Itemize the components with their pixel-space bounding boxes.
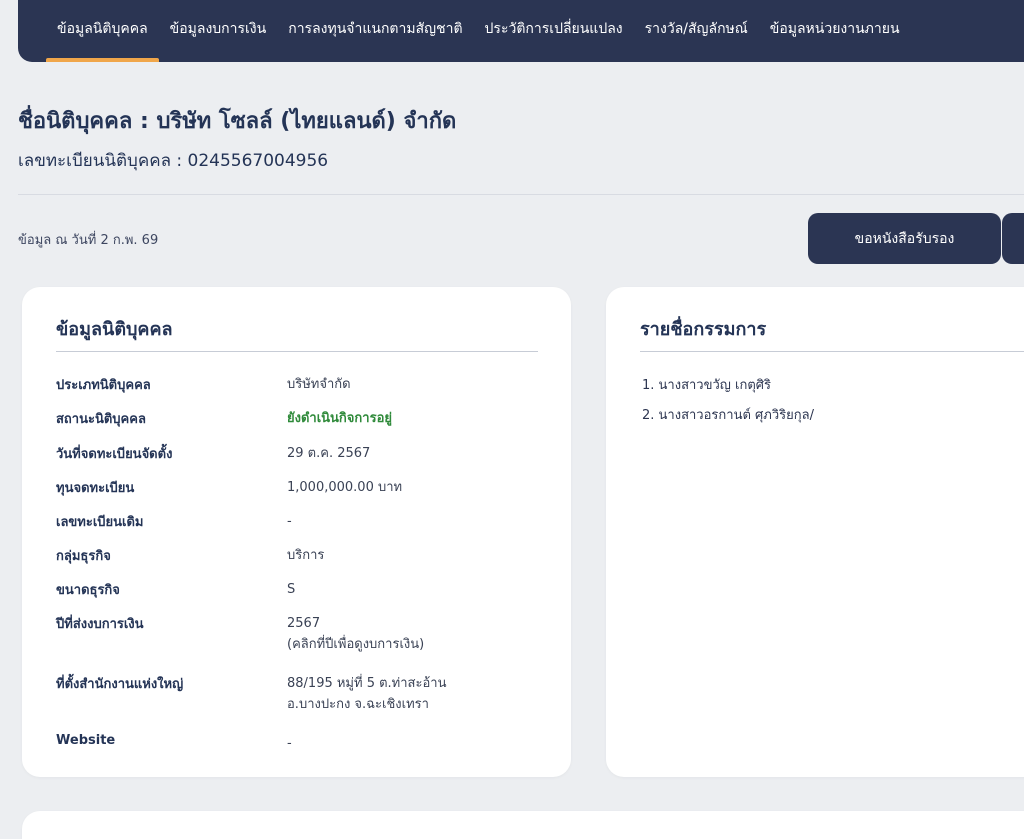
info-row-financial-year: ปีที่ส่งงบการเงิน 2567 (คลิกที่ปีเพื่อดู… <box>56 613 536 657</box>
page: ข้อมูลนิติบุคคล ข้อมูลงบการเงิน การลงทุน… <box>0 0 1024 839</box>
directors-card-divider <box>640 351 1024 352</box>
list-item: 1. นางสาวขวัญ เกตุศิริ <box>642 378 771 393</box>
registration-number: เลขทะเบียนนิติบุคคล : 0245567004956 <box>18 151 329 171</box>
info-value: - <box>287 514 292 529</box>
address-line-1: 88/195 หมู่ที่ 5 ต.ท่าสะอ้าน <box>287 676 447 691</box>
juristic-info-card: ข้อมูลนิติบุคคล ประเภทนิติบุคคล บริษัทจำ… <box>22 287 571 777</box>
info-value: 88/195 หมู่ที่ 5 ต.ท่าสะอ้าน อ.บางปะกง จ… <box>287 673 446 715</box>
request-certificate-button[interactable]: ขอหนังสือรับรอง <box>808 213 1001 264</box>
info-value: 1,000,000.00 บาท <box>287 480 403 495</box>
info-label: ทุนจดทะเบียน <box>56 481 135 496</box>
header-divider <box>18 194 1024 195</box>
info-label: สถานะนิติบุคคล <box>56 412 146 427</box>
info-card-divider <box>56 351 538 352</box>
tab-investment-by-nationality[interactable]: การลงทุนจำแนกตามสัญชาติ <box>277 0 473 62</box>
tab-financial-statements[interactable]: ข้อมูลงบการเงิน <box>159 0 278 62</box>
info-label: ขนาดธุรกิจ <box>56 583 120 598</box>
info-label: Website <box>56 733 116 748</box>
directors-card-title: รายชื่อกรรมการ <box>640 319 767 340</box>
info-label: ที่ตั้งสำนักงานแห่งใหญ่ <box>56 677 184 692</box>
status-badge: ยังดำเนินกิจการอยู่ <box>287 411 392 426</box>
info-row-head-office: ที่ตั้งสำนักงานแห่งใหญ่ 88/195 หมู่ที่ 5… <box>56 673 536 717</box>
info-value: บริษัทจำกัด <box>287 377 351 392</box>
info-value: 29 ต.ค. 2567 <box>287 446 371 461</box>
info-value: บริการ <box>287 548 325 563</box>
tab-external-agencies[interactable]: ข้อมูลหน่วยงานภายน <box>759 0 911 62</box>
bottom-card <box>22 811 1024 839</box>
address-line-2: อ.บางปะกง จ.ฉะเชิงเทรา <box>287 697 429 712</box>
info-label: เลขทะเบียนเดิม <box>56 515 144 530</box>
financial-year-link[interactable]: 2567 <box>287 613 424 634</box>
info-label: ปีที่ส่งงบการเงิน <box>56 617 144 632</box>
list-item: 2. นางสาวอรกานต์ ศุภวิริยกุล/ <box>642 408 814 423</box>
info-card-title: ข้อมูลนิติบุคคล <box>56 319 173 340</box>
tab-awards[interactable]: รางวัล/สัญลักษณ์ <box>634 0 759 62</box>
info-label: วันที่จดทะเบียนจัดตั้ง <box>56 447 173 462</box>
info-label: ประเภทนิติบุคคล <box>56 378 151 393</box>
tab-juristic-info[interactable]: ข้อมูลนิติบุคคล <box>46 0 159 62</box>
tab-change-history[interactable]: ประวัติการเปลี่ยนแปลง <box>474 0 634 62</box>
financial-year-hint: (คลิกที่ปีเพื่อดูงบการเงิน) <box>287 637 425 652</box>
info-value: 2567 (คลิกที่ปีเพื่อดูงบการเงิน) <box>287 613 424 655</box>
director-list: 1. นางสาวขวัญ เกตุศิริ 2. นางสาวอรกานต์ … <box>642 376 814 436</box>
data-as-of-date: ข้อมูล ณ วันที่ 2 ก.พ. 69 <box>18 233 159 248</box>
info-value: S <box>287 582 296 597</box>
company-name: ชื่อนิติบุคคล : บริษัท โซลล์ (ไทยแลนด์) … <box>18 109 457 134</box>
info-value: - <box>287 736 292 751</box>
top-navigation: ข้อมูลนิติบุคคล ข้อมูลงบการเงิน การลงทุน… <box>18 0 1024 62</box>
secondary-action-button[interactable] <box>1002 213 1024 264</box>
directors-card: รายชื่อกรรมการ 1. นางสาวขวัญ เกตุศิริ 2.… <box>606 287 1024 777</box>
info-label: กลุ่มธุรกิจ <box>56 549 111 564</box>
